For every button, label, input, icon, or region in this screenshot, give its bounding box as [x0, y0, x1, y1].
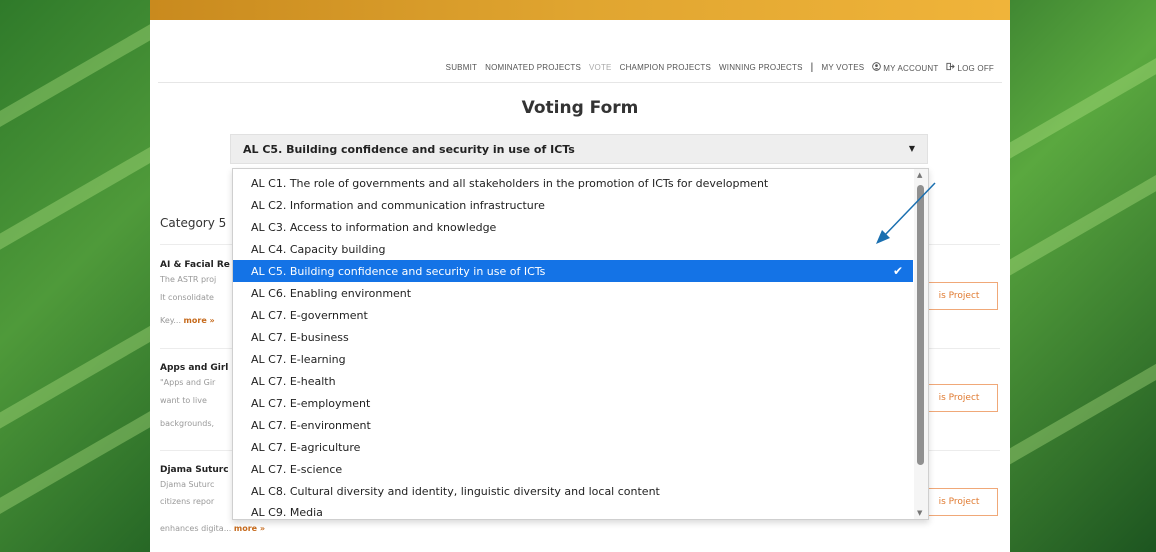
- background-streak: [0, 0, 150, 149]
- category-dropdown-list: AL C1. The role of governments and all s…: [232, 168, 929, 520]
- dropdown-option-selected[interactable]: AL C5. Building confidence and security …: [233, 260, 913, 282]
- dropdown-option[interactable]: AL C1. The role of governments and all s…: [233, 172, 913, 194]
- background-streak: [0, 125, 150, 289]
- project-description-line: backgrounds,: [160, 419, 215, 428]
- dropdown-option-label: AL C5. Building confidence and security …: [251, 264, 546, 278]
- nav-my-account-label: MY ACCOUNT: [883, 64, 939, 73]
- category-heading: Category 5: [160, 216, 227, 230]
- user-circle-icon: [872, 62, 882, 73]
- project-description-line: Djama Suturc: [160, 480, 215, 489]
- dropdown-option[interactable]: AL C7. E-employment: [233, 392, 913, 414]
- top-nav: SUBMIT NOMINATED PROJECTS VOTE CHAMPION …: [446, 62, 994, 73]
- project-description-tail-text: enhances digita...: [160, 524, 232, 533]
- nav-winning-projects[interactable]: WINNING PROJECTS: [719, 63, 803, 72]
- nav-nominated-projects[interactable]: NOMINATED PROJECTS: [485, 63, 581, 72]
- nav-separator: |: [810, 62, 814, 73]
- scroll-down-arrow-icon[interactable]: ▼: [917, 509, 922, 517]
- more-link[interactable]: more »: [184, 316, 215, 325]
- nav-vote[interactable]: VOTE: [589, 63, 612, 72]
- project-description-tail-text: Key...: [160, 316, 181, 325]
- scroll-up-arrow-icon[interactable]: ▲: [917, 171, 922, 179]
- project-description-line: It consolidate: [160, 293, 214, 302]
- project-description-line: want to live: [160, 396, 207, 405]
- nav-divider: [158, 82, 1002, 83]
- checkmark-icon: ✔: [892, 264, 903, 278]
- vote-project-button[interactable]: is Project: [920, 282, 998, 310]
- category-select[interactable]: AL C5. Building confidence and security …: [230, 134, 928, 164]
- log-off-icon: [946, 62, 956, 73]
- background-streak: [1010, 5, 1156, 169]
- nav-log-off-label: LOG OFF: [957, 64, 994, 73]
- nav-my-account[interactable]: MY ACCOUNT: [872, 62, 938, 73]
- nav-champion-projects[interactable]: CHAMPION PROJECTS: [620, 63, 711, 72]
- project-description-tail: Key... more »: [160, 316, 215, 325]
- dropdown-scrollbar[interactable]: ▲ ▼: [914, 169, 928, 519]
- project-description-line: "Apps and Gir: [160, 378, 216, 387]
- vote-project-button[interactable]: is Project: [920, 384, 998, 412]
- main-page: SUBMIT NOMINATED PROJECTS VOTE CHAMPION …: [150, 0, 1010, 552]
- project-description-tail: enhances digita... more »: [160, 524, 265, 533]
- dropdown-option[interactable]: AL C7. E-science: [233, 458, 913, 480]
- more-link[interactable]: more »: [234, 524, 265, 533]
- background-streak: [0, 275, 150, 439]
- project-description-line: citizens repor: [160, 497, 215, 506]
- dropdown-option[interactable]: AL C7. E-business: [233, 326, 913, 348]
- project-description-line: The ASTR proj: [160, 275, 217, 284]
- dropdown-option[interactable]: AL C7. E-agriculture: [233, 436, 913, 458]
- dropdown-option[interactable]: AL C8. Cultural diversity and identity, …: [233, 480, 913, 502]
- dropdown-option[interactable]: AL C7. E-learning: [233, 348, 913, 370]
- dropdown-option[interactable]: AL C7. E-health: [233, 370, 913, 392]
- scrollbar-thumb[interactable]: [917, 185, 924, 465]
- background-left: [0, 0, 150, 552]
- background-streak: [0, 395, 150, 552]
- dropdown-option[interactable]: AL C6. Enabling environment: [233, 282, 913, 304]
- nav-my-votes[interactable]: MY VOTES: [821, 63, 864, 72]
- background-streak: [1010, 145, 1156, 309]
- background-right: [1010, 0, 1156, 552]
- background-streak: [1010, 305, 1156, 469]
- vote-project-button[interactable]: is Project: [920, 488, 998, 516]
- page-title: Voting Form: [521, 98, 639, 118]
- dropdown-option[interactable]: AL C3. Access to information and knowled…: [233, 216, 913, 238]
- project-title: Apps and Girl: [160, 363, 229, 373]
- dropdown-option[interactable]: AL C9. Media: [233, 501, 913, 523]
- nav-submit[interactable]: SUBMIT: [446, 63, 477, 72]
- nav-log-off[interactable]: LOG OFF: [946, 62, 994, 73]
- category-select-value: AL C5. Building confidence and security …: [243, 142, 575, 156]
- dropdown-option[interactable]: AL C2. Information and communication inf…: [233, 194, 913, 216]
- dropdown-option[interactable]: AL C4. Capacity building: [233, 238, 913, 260]
- project-title: AI & Facial Re: [160, 260, 230, 270]
- header-gold-bar: [150, 0, 1010, 20]
- dropdown-option[interactable]: AL C7. E-government: [233, 304, 913, 326]
- project-title: Djama Suturc: [160, 465, 229, 475]
- chevron-down-icon: ▼: [908, 144, 915, 153]
- dropdown-option[interactable]: AL C7. E-environment: [233, 414, 913, 436]
